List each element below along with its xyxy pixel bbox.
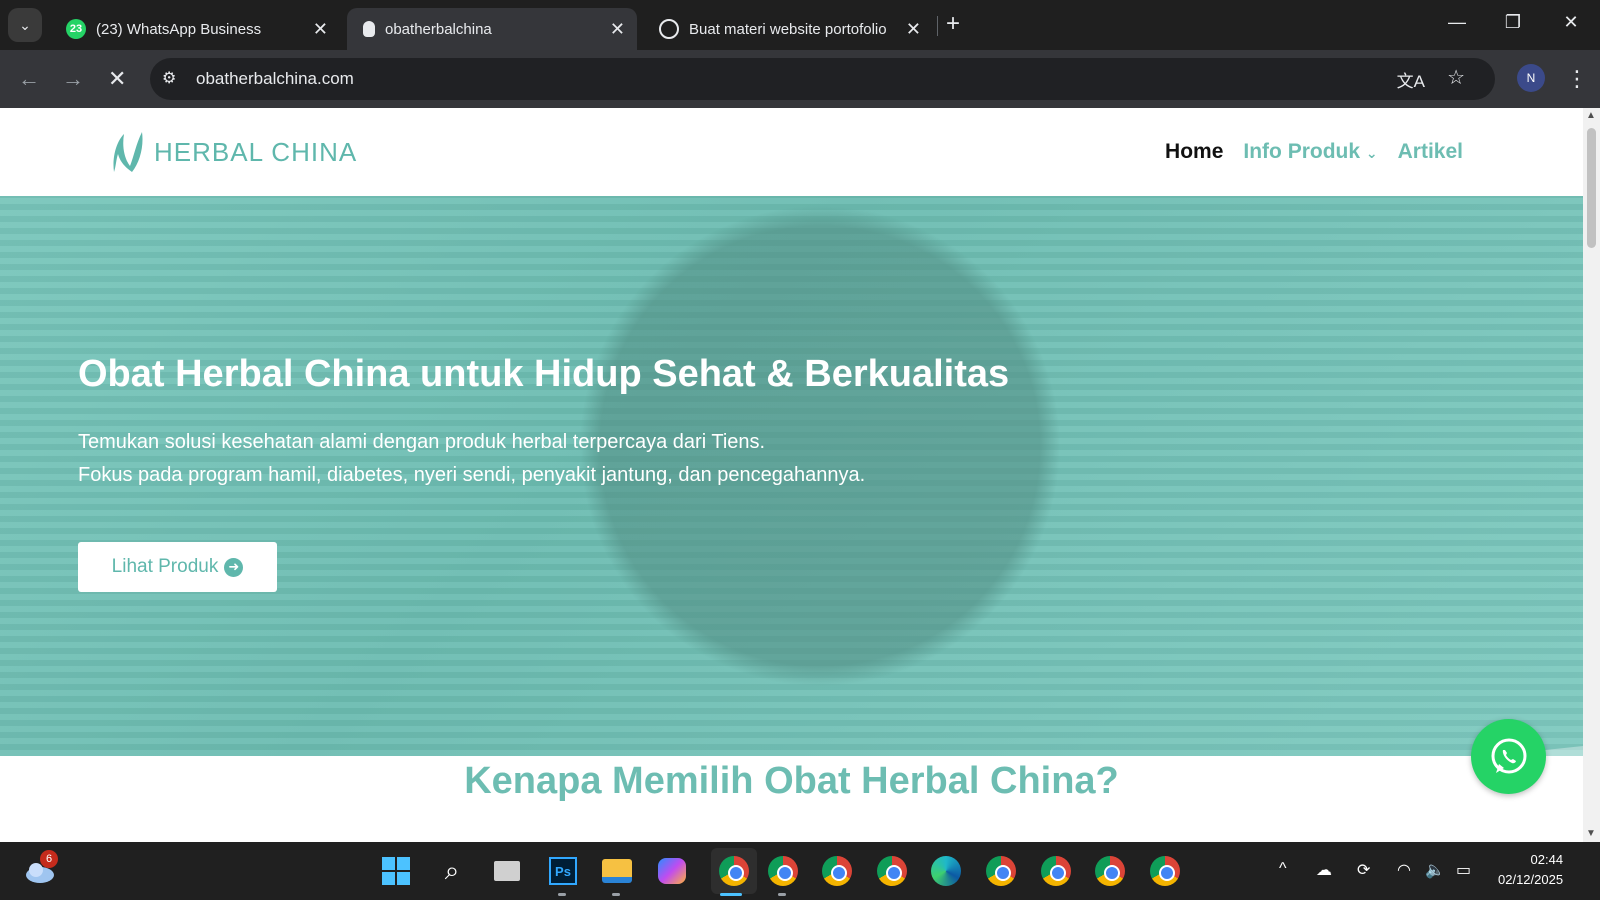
scrollbar-thumb[interactable] <box>1587 128 1596 248</box>
onedrive-icon[interactable]: ☁ <box>1316 860 1332 880</box>
url-text[interactable]: obatherbalchina.com <box>196 69 354 89</box>
site-logo[interactable]: HERBAL CHINA <box>110 128 357 176</box>
restore-button[interactable]: ❐ <box>1498 12 1528 33</box>
close-tab-icon[interactable]: ✕ <box>906 19 921 40</box>
edge-icon[interactable] <box>930 855 962 887</box>
main-nav: Home Info Produk ⌄ Artikel <box>1165 140 1463 164</box>
wifi-icon[interactable]: ◠ <box>1397 860 1411 880</box>
chrome-profile-6-icon[interactable] <box>1040 855 1072 887</box>
chrome-active-icon[interactable] <box>711 848 757 894</box>
running-indicator <box>778 893 786 896</box>
chrome-profile-2-icon[interactable] <box>767 855 799 887</box>
start-button[interactable] <box>380 855 412 887</box>
windows-taskbar: 6 ⌕ Ps ^ ☁ ⟳ ◠ 🔈 ▭ 02:44 02/12/2025 <box>0 842 1600 900</box>
whatsapp-icon <box>1491 738 1526 773</box>
tab-divider <box>937 16 938 36</box>
tab-search-button[interactable]: ⌄ <box>8 8 42 42</box>
page-scrollbar[interactable]: ▲ ▼ <box>1583 108 1600 842</box>
weather-badge: 6 <box>40 850 58 868</box>
site-header: HERBAL CHINA Home Info Produk ⌄ Artikel <box>0 108 1583 196</box>
nav-info-produk-label: Info Produk <box>1243 140 1361 163</box>
minimize-button[interactable]: — <box>1442 12 1472 33</box>
view-products-label: Lihat Produk <box>111 556 219 577</box>
photoshop-icon[interactable]: Ps <box>547 855 579 887</box>
close-window-button[interactable]: ✕ <box>1556 12 1586 33</box>
forward-button[interactable]: → <box>62 66 84 92</box>
tab-whatsapp[interactable]: 23 (23) WhatsApp Business ✕ <box>50 8 340 50</box>
translate-icon[interactable]: 文A <box>1397 67 1425 92</box>
clock-time: 02:44 <box>1530 852 1564 867</box>
chevron-down-icon: ⌄ <box>1365 145 1378 161</box>
close-tab-icon[interactable]: ✕ <box>313 19 328 40</box>
file-explorer-icon[interactable] <box>601 855 633 887</box>
search-icon[interactable]: ⌕ <box>436 855 468 887</box>
clock-date: 02/12/2025 <box>1498 872 1564 887</box>
nav-info-produk[interactable]: Info Produk ⌄ <box>1243 140 1377 164</box>
tab-obatherbalchina[interactable]: obatherbalchina ✕ <box>347 8 637 50</box>
hero-section: Obat Herbal China untuk Hidup Sehat & Be… <box>0 196 1583 842</box>
running-indicator <box>558 893 566 896</box>
openai-favicon-icon <box>659 19 679 39</box>
back-button[interactable]: ← <box>18 66 40 92</box>
chrome-profile-5-icon[interactable] <box>985 855 1017 887</box>
tab-chatgpt[interactable]: Buat materi website portofolio ✕ <box>643 8 933 50</box>
chrome-profile-4-icon[interactable] <box>876 855 908 887</box>
tab-title: Buat materi website portofolio <box>689 20 887 38</box>
close-tab-icon[interactable]: ✕ <box>610 19 625 40</box>
whatsapp-float-button[interactable] <box>1471 719 1546 794</box>
volume-icon[interactable]: 🔈 <box>1425 860 1445 880</box>
chrome-profile-3-icon[interactable] <box>821 855 853 887</box>
tab-title: (23) WhatsApp Business <box>96 20 262 38</box>
address-bar[interactable]: ⚙ obatherbalchina.com 文A ☆ <box>150 58 1495 100</box>
section-title: Kenapa Memilih Obat Herbal China? <box>464 760 1119 802</box>
new-tab-button[interactable]: + <box>946 10 960 38</box>
chrome-profile-7-icon[interactable] <box>1094 855 1126 887</box>
task-view-icon[interactable] <box>491 855 523 887</box>
nav-artikel[interactable]: Artikel <box>1398 140 1463 164</box>
active-indicator <box>720 893 742 896</box>
whatsapp-favicon-icon: 23 <box>66 19 86 39</box>
scroll-down-arrow-icon[interactable]: ▼ <box>1586 828 1596 839</box>
browser-menu-icon[interactable]: ⋮ <box>1566 66 1588 92</box>
hero-line-1: Temukan solusi kesehatan alami dengan pr… <box>78 431 766 453</box>
copilot-icon[interactable] <box>656 855 688 887</box>
profile-avatar[interactable]: N <box>1517 64 1545 92</box>
tab-strip: ⌄ 23 (23) WhatsApp Business ✕ obatherbal… <box>0 0 1600 50</box>
tab-title: obatherbalchina <box>385 20 492 38</box>
running-indicator <box>612 893 620 896</box>
show-hidden-icons-chevron-icon[interactable]: ^ <box>1279 860 1287 878</box>
hero-subtitle: Temukan solusi kesehatan alami dengan pr… <box>78 426 865 492</box>
chrome-profile-8-icon[interactable] <box>1149 855 1181 887</box>
view-products-button[interactable]: Lihat Produk ➜ <box>78 542 277 592</box>
nav-home[interactable]: Home <box>1165 140 1223 164</box>
arrow-circle-right-icon: ➜ <box>224 557 244 577</box>
stop-loading-button[interactable]: ✕ <box>108 66 126 92</box>
leaf-logo-icon <box>113 132 143 172</box>
battery-icon[interactable]: ▭ <box>1456 860 1471 880</box>
hero-line-2: Fokus pada program hamil, diabetes, nyer… <box>78 464 866 486</box>
logo-text: HERBAL CHINA <box>154 136 358 167</box>
scroll-up-arrow-icon[interactable]: ▲ <box>1586 110 1596 121</box>
bookmark-star-icon[interactable]: ☆ <box>1447 65 1465 90</box>
site-info-icon[interactable]: ⚙ <box>162 68 176 88</box>
browser-toolbar: ← → ✕ ⚙ obatherbalchina.com 文A ☆ N ⋮ <box>0 50 1600 108</box>
web-page: HERBAL CHINA Home Info Produk ⌄ Artikel … <box>0 108 1583 842</box>
system-clock[interactable]: 02:44 02/12/2025 <box>1498 850 1563 890</box>
loading-favicon-icon <box>363 21 375 37</box>
hero-title: Obat Herbal China untuk Hidup Sehat & Be… <box>78 353 1010 395</box>
sync-icon[interactable]: ⟳ <box>1357 860 1370 880</box>
windows-logo-icon <box>382 857 410 885</box>
